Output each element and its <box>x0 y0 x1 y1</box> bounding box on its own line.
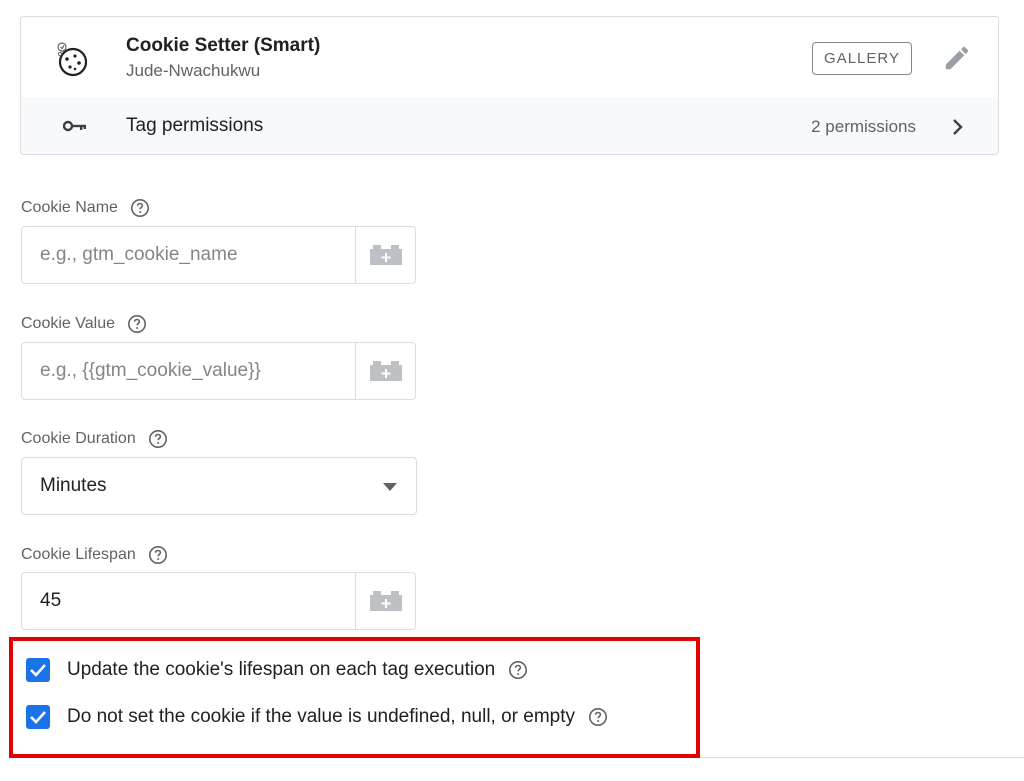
cookie-lifespan-label: Cookie Lifespan <box>21 545 168 565</box>
update-lifespan-checkbox[interactable] <box>26 658 50 682</box>
variable-icon <box>369 591 402 611</box>
update-lifespan-label: Update the cookie's lifespan on each tag… <box>67 659 496 680</box>
cookie-duration-select[interactable]: Minutes <box>21 457 417 515</box>
checkmark-icon <box>30 664 46 677</box>
pencil-icon[interactable] <box>942 43 972 73</box>
section-divider <box>700 757 1024 758</box>
permissions-count: 2 permissions <box>811 117 916 136</box>
dropdown-arrow-icon <box>383 483 397 491</box>
cookie-value-label-text: Cookie Value <box>21 315 115 332</box>
cookie-lifespan-input[interactable] <box>22 573 355 629</box>
help-icon[interactable] <box>148 545 168 565</box>
cookie-value-field <box>21 342 416 400</box>
cookie-name-field <box>21 226 416 284</box>
cookie-duration-label-text: Cookie Duration <box>21 430 136 447</box>
variable-picker-button[interactable] <box>355 227 415 283</box>
help-icon[interactable] <box>130 198 150 218</box>
cookie-lifespan-label-text: Cookie Lifespan <box>21 546 136 563</box>
variable-icon <box>369 361 402 381</box>
checkmark-icon <box>30 711 46 724</box>
cookie-value-label: Cookie Value <box>21 314 147 334</box>
help-icon[interactable] <box>148 429 168 449</box>
tag-permissions-row[interactable]: Tag permissions 2 permissions <box>21 97 998 154</box>
tag-title: Cookie Setter (Smart) <box>126 35 321 56</box>
cookie-icon <box>57 42 88 77</box>
tag-template-header: Cookie Setter (Smart) Jude-Nwachukwu GAL… <box>21 17 998 98</box>
cookie-duration-label: Cookie Duration <box>21 429 168 449</box>
highlight-annotation-box <box>9 637 700 758</box>
checkbox-row-skip-empty: Do not set the cookie if the value is un… <box>26 705 608 729</box>
variable-picker-button[interactable] <box>355 573 415 629</box>
chevron-right-icon <box>953 119 963 135</box>
cookie-name-label-text: Cookie Name <box>21 199 118 216</box>
skip-empty-value-checkbox[interactable] <box>26 705 50 729</box>
gallery-button[interactable]: GALLERY <box>812 42 912 75</box>
key-icon <box>63 120 86 132</box>
cookie-name-input[interactable] <box>22 227 355 283</box>
tag-permissions-label: Tag permissions <box>126 115 264 136</box>
cookie-lifespan-field <box>21 572 416 630</box>
checkbox-row-update-lifespan: Update the cookie's lifespan on each tag… <box>26 658 528 682</box>
variable-icon <box>369 245 402 265</box>
skip-empty-value-label: Do not set the cookie if the value is un… <box>67 706 576 727</box>
tag-template-card: Cookie Setter (Smart) Jude-Nwachukwu GAL… <box>20 16 999 155</box>
tag-configuration-panel: Cookie Setter (Smart) Jude-Nwachukwu GAL… <box>0 0 1024 781</box>
help-icon[interactable] <box>508 660 528 680</box>
help-icon[interactable] <box>127 314 147 334</box>
tag-author: Jude-Nwachukwu <box>126 61 261 80</box>
cookie-value-input[interactable] <box>22 343 355 399</box>
help-icon[interactable] <box>588 707 608 727</box>
cookie-duration-selected: Minutes <box>40 475 107 496</box>
cookie-name-label: Cookie Name <box>21 198 150 218</box>
variable-picker-button[interactable] <box>355 343 415 399</box>
